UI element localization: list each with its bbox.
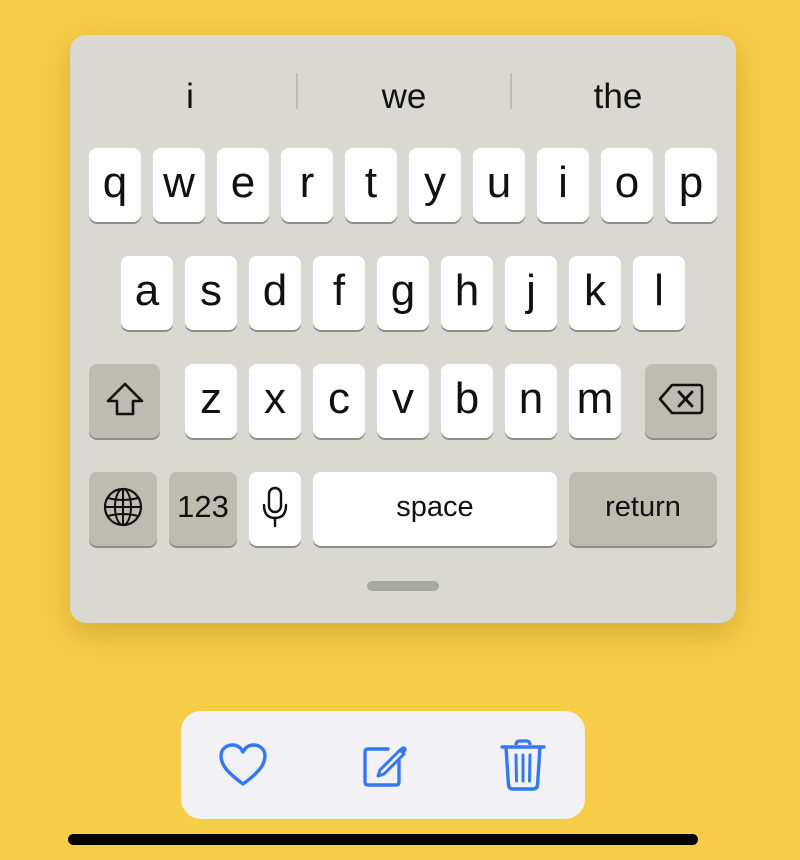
space-key[interactable]: space bbox=[313, 472, 557, 546]
suggestion-1[interactable]: i bbox=[90, 75, 290, 119]
delete-button[interactable] bbox=[495, 737, 551, 793]
globe-key[interactable] bbox=[89, 472, 157, 546]
key-f[interactable]: f bbox=[313, 256, 365, 330]
dictation-key[interactable] bbox=[249, 472, 301, 546]
key-m[interactable]: m bbox=[569, 364, 621, 438]
key-z[interactable]: z bbox=[185, 364, 237, 438]
key-k[interactable]: k bbox=[569, 256, 621, 330]
key-c[interactable]: c bbox=[313, 364, 365, 438]
key-h[interactable]: h bbox=[441, 256, 493, 330]
compose-icon bbox=[363, 746, 407, 787]
heart-icon bbox=[219, 743, 267, 786]
home-indicator[interactable] bbox=[68, 834, 698, 845]
key-r[interactable]: r bbox=[281, 148, 333, 222]
key-p[interactable]: p bbox=[665, 148, 717, 222]
key-e[interactable]: e bbox=[217, 148, 269, 222]
key-g[interactable]: g bbox=[377, 256, 429, 330]
key-d[interactable]: d bbox=[249, 256, 301, 330]
suggestion-divider bbox=[296, 73, 298, 109]
delete-backward-icon bbox=[658, 383, 704, 415]
key-y[interactable]: y bbox=[409, 148, 461, 222]
key-t[interactable]: t bbox=[345, 148, 397, 222]
suggestion-bar: i we the bbox=[70, 73, 736, 119]
key-q[interactable]: q bbox=[89, 148, 141, 222]
favorite-button[interactable] bbox=[215, 737, 271, 793]
bottom-toolbar bbox=[181, 711, 585, 819]
microphone-icon bbox=[262, 486, 288, 528]
trash-icon bbox=[500, 739, 546, 791]
numbers-key[interactable]: 123 bbox=[169, 472, 237, 546]
key-s[interactable]: s bbox=[185, 256, 237, 330]
shift-icon bbox=[106, 382, 143, 416]
floating-keyboard: i we the q w e r t y u i o p a s d f g h… bbox=[70, 35, 736, 623]
suggestion-divider bbox=[510, 73, 512, 109]
key-u[interactable]: u bbox=[473, 148, 525, 222]
suggestion-3[interactable]: the bbox=[518, 75, 718, 119]
suggestion-2[interactable]: we bbox=[304, 75, 504, 119]
compose-button[interactable] bbox=[355, 737, 411, 793]
key-n[interactable]: n bbox=[505, 364, 557, 438]
globe-icon bbox=[103, 487, 143, 527]
key-o[interactable]: o bbox=[601, 148, 653, 222]
return-key[interactable]: return bbox=[569, 472, 717, 546]
key-l[interactable]: l bbox=[633, 256, 685, 330]
key-v[interactable]: v bbox=[377, 364, 429, 438]
key-w[interactable]: w bbox=[153, 148, 205, 222]
delete-key[interactable] bbox=[645, 364, 717, 438]
key-i[interactable]: i bbox=[537, 148, 589, 222]
key-b[interactable]: b bbox=[441, 364, 493, 438]
key-j[interactable]: j bbox=[505, 256, 557, 330]
keyboard-drag-handle[interactable] bbox=[367, 581, 439, 591]
key-x[interactable]: x bbox=[249, 364, 301, 438]
shift-key[interactable] bbox=[89, 364, 160, 438]
key-a[interactable]: a bbox=[121, 256, 173, 330]
